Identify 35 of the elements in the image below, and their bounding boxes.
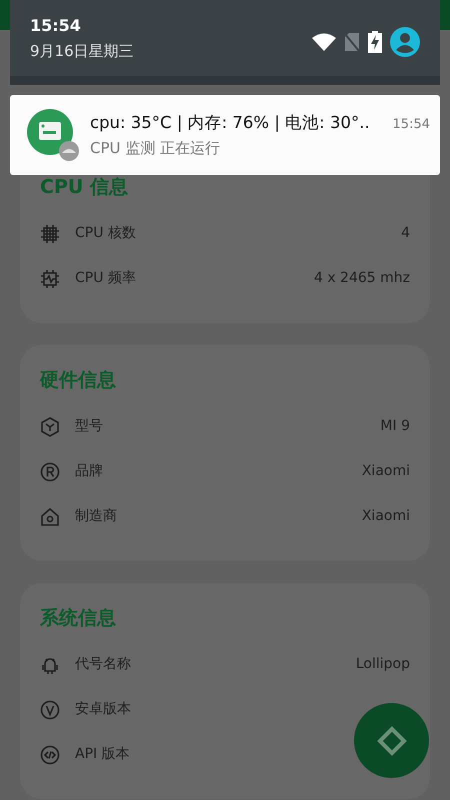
app-icon xyxy=(26,108,80,162)
account-icon[interactable] xyxy=(390,27,420,57)
circle-v-icon xyxy=(40,700,60,720)
notification-title: cpu: 35°C | 内存: 76% | 电池: 30°.. xyxy=(90,112,370,134)
registered-icon xyxy=(40,462,60,482)
battery-charging-icon xyxy=(368,31,382,53)
info-value: Lollipop xyxy=(356,655,410,674)
section-title: 系统信息 xyxy=(40,609,117,628)
chip-icon xyxy=(40,224,60,244)
info-value: 4 xyxy=(401,224,410,243)
info-label: CPU 核数 xyxy=(75,224,136,243)
chip-pulse-icon xyxy=(40,268,60,288)
info-value: 4 x 2465 mhz xyxy=(314,269,410,288)
info-label: 型号 xyxy=(75,417,103,436)
home-icon xyxy=(40,506,60,526)
date-text: 9月16日星期三 xyxy=(30,41,134,62)
no-sim-icon xyxy=(344,32,360,52)
notification-time: 15:54 xyxy=(392,116,430,134)
notification-text: CPU 监测 正在运行 xyxy=(90,138,222,159)
clock-time: 15:54 xyxy=(30,15,82,37)
section-title: CPU 信息 xyxy=(40,178,129,197)
info-value: Xiaomi xyxy=(362,462,410,481)
cube-icon xyxy=(40,416,60,436)
info-label: 安卓版本 xyxy=(75,700,131,719)
code-icon xyxy=(40,744,60,764)
info-label: 制造商 xyxy=(75,507,117,526)
wifi-icon xyxy=(312,32,336,52)
section-title: 硬件信息 xyxy=(40,371,117,390)
info-value: Xiaomi xyxy=(362,507,410,526)
info-label: 代号名称 xyxy=(75,655,131,674)
info-label: API 版本 xyxy=(75,745,130,764)
info-value: MI 9 xyxy=(380,417,410,436)
notification-card[interactable]: cpu: 35°C | 内存: 76% | 电池: 30°.. CPU 监测 正在运行 15:54 xyxy=(10,95,440,175)
info-label: CPU 频率 xyxy=(75,269,136,288)
info-label: 品牌 xyxy=(75,462,103,481)
